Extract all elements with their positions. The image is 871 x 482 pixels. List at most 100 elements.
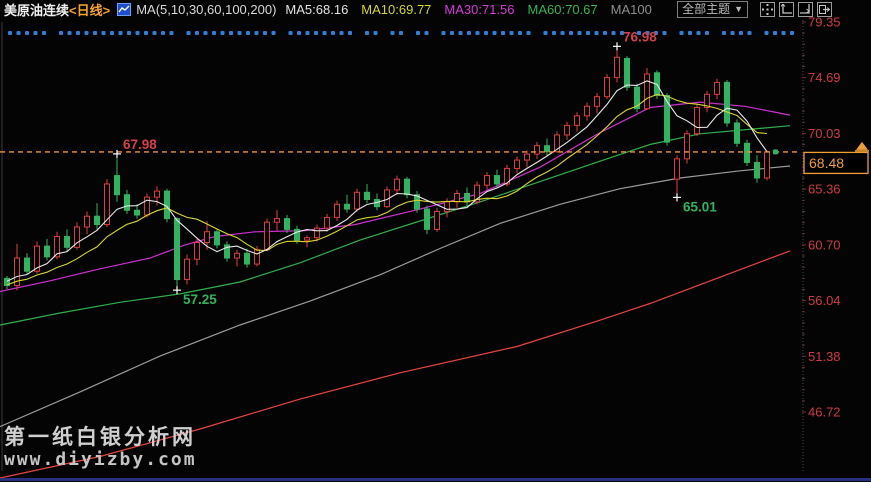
axis-label: 60.70 <box>808 237 841 252</box>
ma-settings-label: MA(5,10,30,60,100,200) <box>136 2 276 17</box>
axis-label: 65.36 <box>808 182 841 197</box>
candle-up <box>535 146 540 154</box>
candle-down <box>735 123 740 143</box>
candle-down <box>665 96 670 143</box>
candle-up <box>485 176 490 186</box>
candle-up <box>185 259 190 279</box>
candle-down <box>405 179 410 195</box>
candle-down <box>745 143 750 162</box>
candle-up <box>695 107 700 133</box>
candle-up <box>395 179 400 190</box>
candle-up <box>255 250 260 264</box>
candle-down <box>545 146 550 152</box>
chart-annotation: 76.98 <box>623 29 657 44</box>
ma-line-ma30 <box>0 102 790 291</box>
candle-down <box>285 219 290 230</box>
candle-up <box>585 106 590 116</box>
session-dots-row <box>8 31 794 35</box>
candle-up <box>615 57 620 77</box>
candle-down <box>175 219 180 280</box>
legend-item: MA100 <box>611 2 652 17</box>
candle-up <box>765 152 770 178</box>
candle-up <box>315 228 320 238</box>
candle-up <box>595 97 600 107</box>
candle-up <box>455 194 460 202</box>
scale-y-button[interactable] <box>779 2 794 17</box>
pan-tool-button[interactable] <box>760 2 775 17</box>
period-label: <日线> <box>69 0 110 19</box>
ma-legend: MA5:68.16MA10:69.77MA30:71.56MA60:70.67M… <box>285 2 651 17</box>
candle-up <box>265 222 270 249</box>
legend-item: MA30:71.56 <box>444 2 514 17</box>
candle-down <box>425 209 430 229</box>
candle-up <box>645 74 650 109</box>
candle-down <box>725 82 730 123</box>
candle-up <box>445 202 450 212</box>
candle-up <box>355 192 360 209</box>
candle-up <box>85 216 90 227</box>
candle-up <box>325 217 330 228</box>
axis-label: 56.04 <box>808 293 841 308</box>
candle-down <box>465 194 470 202</box>
price-up-arrow-icon <box>856 142 868 150</box>
candle-up <box>235 253 240 258</box>
candle-up <box>205 232 210 243</box>
axis-label: 46.72 <box>808 404 841 419</box>
ma-line-ma100 <box>0 166 790 427</box>
scale-x-button[interactable] <box>798 2 813 17</box>
legend-item: MA10:69.77 <box>361 2 431 17</box>
scale-x-icon <box>800 4 811 15</box>
last-price-marker <box>773 149 778 154</box>
candle-down <box>65 237 70 248</box>
candle-down <box>135 210 140 215</box>
candle-down <box>295 229 300 240</box>
theme-dropdown-label: 全部主题 <box>682 2 730 17</box>
candle-down <box>755 162 760 178</box>
candle-down <box>215 232 220 245</box>
candle-down <box>365 192 370 199</box>
candle-up <box>685 134 690 159</box>
candle-down <box>45 246 50 257</box>
candle-up <box>275 219 280 223</box>
axis-label: 74.69 <box>808 70 841 85</box>
chevron-down-icon: ▼ <box>734 2 743 17</box>
chart-window: 美原油连续 <日线> MA(5,10,30,60,100,200) MA5:68… <box>0 0 871 482</box>
current-price-tag: 68.48 <box>804 142 869 174</box>
slow-ma-lines <box>0 102 790 478</box>
mini-chart-icon <box>117 3 131 16</box>
shift-right-icon <box>819 4 830 15</box>
candle-up <box>675 159 680 179</box>
candle-up <box>525 154 530 160</box>
candle-down <box>165 191 170 218</box>
candle-down <box>625 58 630 87</box>
candle-up <box>715 82 720 94</box>
bottom-divider <box>0 478 871 481</box>
shift-right-button[interactable] <box>817 2 832 17</box>
candle-up <box>305 238 310 240</box>
axis-label: 70.03 <box>808 126 841 141</box>
price-axis: 79.3574.6970.0365.3660.7056.0451.3846.72 <box>802 15 841 472</box>
chart-canvas[interactable]: 76.9867.9857.2565.01 79.3574.6970.0365.3… <box>0 0 871 482</box>
legend-item: MA5:68.16 <box>285 2 348 17</box>
candle-down <box>25 258 30 271</box>
symbol-title: 美原油连续 <box>4 0 69 19</box>
candle-up <box>195 243 200 260</box>
ma-line-ma5 <box>7 81 767 281</box>
ma-line-ma200 <box>0 251 790 478</box>
candlesticks <box>5 50 770 290</box>
top-toolbar: 美原油连续 <日线> MA(5,10,30,60,100,200) MA5:68… <box>0 0 871 19</box>
candle-up <box>155 191 160 197</box>
candle-up <box>605 78 610 97</box>
chart-annotation: 65.01 <box>683 199 717 214</box>
candle-down <box>345 204 350 209</box>
candle-down <box>495 176 500 184</box>
scale-y-icon <box>781 4 792 15</box>
chart-annotation: 67.98 <box>123 137 157 152</box>
candle-down <box>95 216 100 224</box>
chart-annotation: 57.25 <box>183 292 217 307</box>
candle-down <box>115 176 120 195</box>
theme-dropdown[interactable]: 全部主题 ▼ <box>677 1 748 18</box>
axis-label: 51.38 <box>808 349 841 364</box>
candle-up <box>565 125 570 135</box>
candle-up <box>435 211 440 229</box>
